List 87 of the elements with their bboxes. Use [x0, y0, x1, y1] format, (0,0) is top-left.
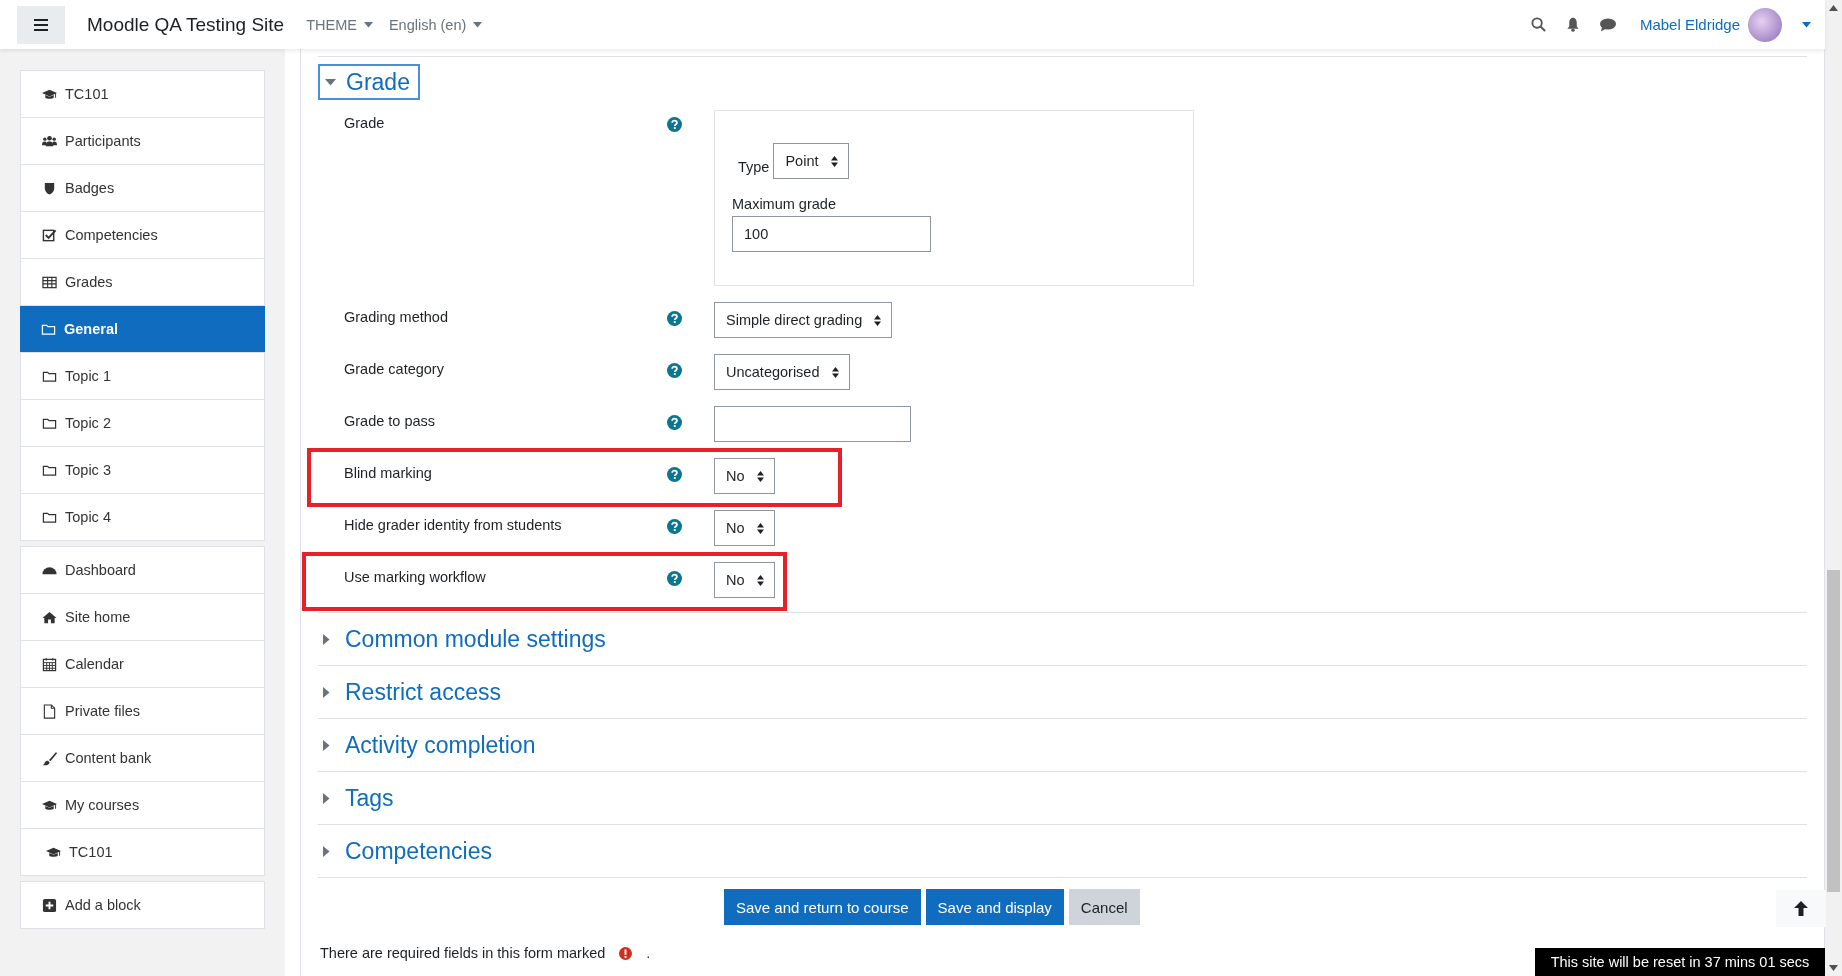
help-icon[interactable] [667, 519, 682, 534]
sort-arrows-icon [831, 366, 839, 378]
house-icon [42, 609, 57, 625]
sidebar-item[interactable]: General [20, 305, 265, 352]
sidebar-item[interactable]: Participants [21, 117, 264, 164]
field-label: Maximum grade [732, 196, 837, 212]
select-field[interactable]: No [714, 458, 775, 494]
sidebar-item[interactable]: TC101 [21, 828, 264, 875]
sidebar-item[interactable]: Badges [21, 164, 264, 211]
sidebar-item[interactable]: Add a block [21, 882, 264, 928]
field-label: Use marking workflow [343, 568, 487, 585]
back-to-top-button[interactable] [1776, 890, 1826, 927]
help-icon[interactable] [667, 311, 682, 326]
sidebar-item[interactable]: Calendar [21, 640, 264, 687]
submit-button[interactable]: Save and return to course [724, 889, 921, 925]
scroll-down-icon[interactable] [1829, 965, 1838, 971]
site-name[interactable]: Moodle QA Testing Site [87, 13, 285, 36]
sidebar-item[interactable]: Topic 1 [21, 352, 264, 399]
field-label: Grade [343, 114, 386, 131]
menu-icon [34, 18, 48, 31]
sidebar-item[interactable]: Dashboard [21, 547, 264, 593]
scrollbar[interactable] [1825, 0, 1842, 976]
help-icon[interactable] [667, 117, 682, 132]
type-select[interactable]: Point [773, 143, 849, 179]
scroll-up-icon[interactable] [1829, 5, 1838, 11]
sort-arrows-icon [874, 314, 882, 326]
field-label: Hide grader identity from students [343, 516, 563, 533]
sidebar-item[interactable]: Topic 2 [21, 399, 264, 446]
sidebar-item[interactable]: TC101 [21, 71, 264, 117]
field-label: Type [738, 159, 770, 177]
input-field[interactable]: 100 [732, 216, 931, 252]
chat-bubble-icon[interactable] [1599, 17, 1616, 32]
required-note: There are required fields in this form marked [320, 945, 606, 961]
bell-icon[interactable] [1565, 17, 1580, 32]
menu-button[interactable] [17, 5, 65, 44]
select-field[interactable]: Simple direct grading [714, 302, 893, 338]
note-period: . [646, 945, 651, 961]
section-toggle[interactable]: Grade [318, 64, 420, 100]
sidebar-item[interactable]: Topic 4 [21, 493, 264, 540]
sort-arrows-icon [756, 522, 764, 534]
help-icon[interactable] [667, 467, 682, 482]
search-icon[interactable] [1530, 17, 1546, 32]
section-toggle[interactable]: Restrict access [318, 666, 1807, 718]
sort-arrows-icon [756, 574, 764, 586]
help-icon[interactable] [667, 363, 682, 378]
help-icon[interactable] [667, 571, 682, 586]
paintbrush-icon [42, 750, 57, 766]
input-field[interactable] [714, 406, 911, 442]
section-toggle[interactable]: Activity completion [318, 719, 1807, 771]
select-field[interactable]: No [714, 510, 775, 546]
people-icon [42, 133, 57, 149]
select-field[interactable]: Uncategorised [714, 354, 850, 390]
field-label: Grade to pass [343, 412, 437, 429]
sidebar-item[interactable]: Site home [21, 593, 264, 640]
field-label: Blind marking [343, 464, 433, 481]
dropdown-menu[interactable]: English (en) [388, 16, 483, 33]
file-icon [42, 703, 57, 719]
sidebar-item[interactable]: Private files [21, 687, 264, 734]
dropdown-menu[interactable]: THEME [306, 16, 373, 33]
help-icon[interactable] [667, 415, 682, 430]
submit-button[interactable]: Save and display [925, 889, 1064, 925]
plus-square-icon [42, 897, 57, 913]
cancel-button[interactable]: Cancel [1068, 889, 1140, 925]
table-icon [42, 274, 57, 290]
sidebar-item[interactable]: Topic 3 [21, 446, 264, 493]
arrow-up-icon [1794, 901, 1808, 916]
reset-banner: This site will be reset in 37 mins 01 secs [1535, 948, 1825, 976]
caret-icon [473, 21, 483, 28]
avatar[interactable] [1748, 7, 1782, 42]
sort-arrows-icon [756, 470, 764, 482]
sidebar-item[interactable]: Competencies [21, 211, 264, 258]
section-toggle[interactable]: Competencies [318, 825, 1807, 877]
select-field[interactable]: No [714, 562, 775, 598]
sidebar-item[interactable]: Content bank [21, 734, 264, 781]
section-toggle[interactable]: Tags [318, 772, 1807, 824]
sort-arrows-icon [830, 155, 838, 167]
caret-icon [363, 21, 373, 28]
calendar-icon [42, 656, 57, 672]
checkbox-icon [42, 227, 57, 243]
section-toggle[interactable]: Common module settings [318, 613, 1807, 665]
sidebar-item[interactable]: My courses [21, 781, 264, 828]
field-label: Grade category [343, 360, 445, 377]
caret-icon [1802, 21, 1811, 28]
required-icon [619, 946, 633, 960]
field-label: Grading method [343, 308, 449, 325]
user-name[interactable]: Mabel Eldridge [1639, 16, 1740, 33]
shield-icon [42, 180, 57, 196]
